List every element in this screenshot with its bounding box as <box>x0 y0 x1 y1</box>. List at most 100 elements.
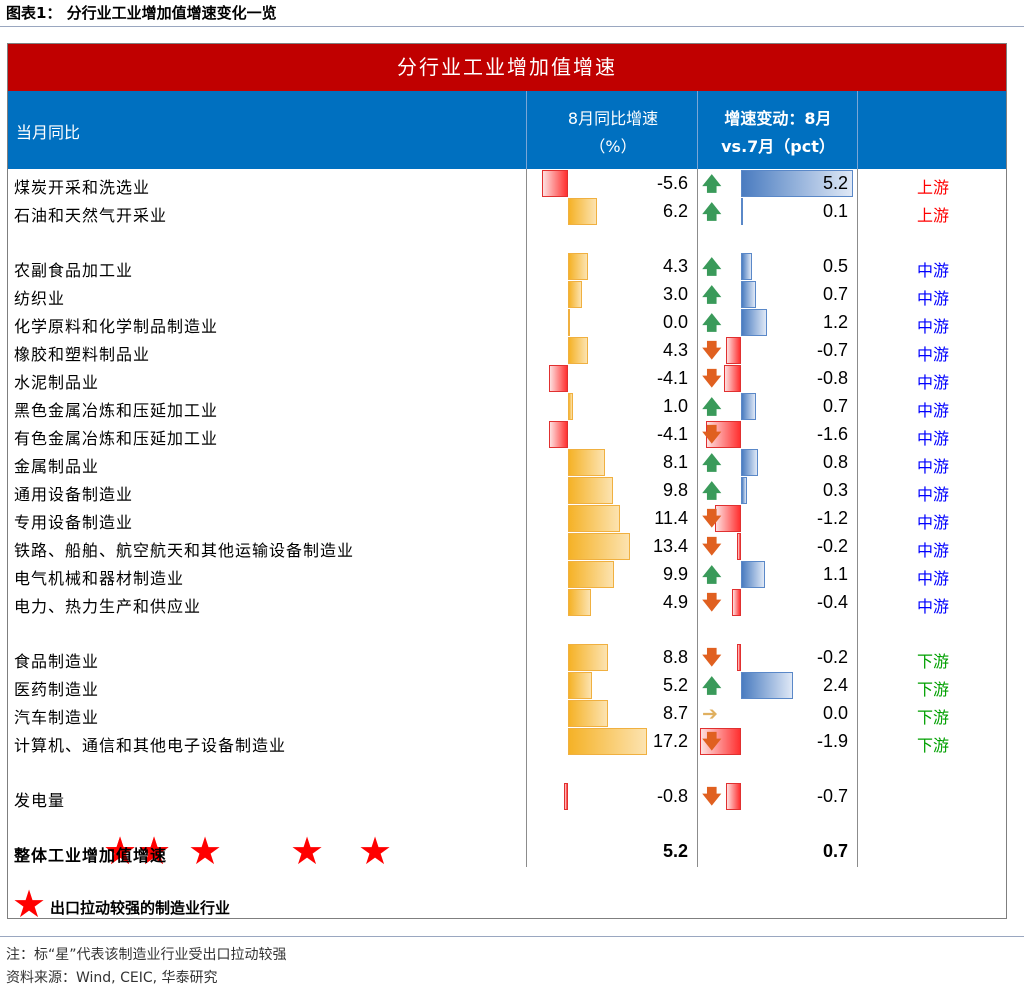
yoy-value: 8.1 <box>662 452 688 472</box>
region-label: 上游 <box>916 206 949 225</box>
title-rule <box>0 26 1024 27</box>
yoy-value: 3.0 <box>662 284 688 304</box>
change-value: -1.2 <box>816 508 848 528</box>
region-label: 中游 <box>916 513 949 532</box>
arrow-up-icon: 🡅 <box>702 284 722 306</box>
header-change: 增速变动：8月 vs.7月（pct） <box>698 105 858 161</box>
yoy-bar <box>568 309 570 336</box>
yoy-value: 0.0 <box>662 312 688 332</box>
yoy-value: -4.1 <box>656 368 688 388</box>
yoy-value: 8.8 <box>662 647 688 667</box>
star-icon: ★ <box>188 829 223 873</box>
region-label: 中游 <box>916 457 949 476</box>
change-value: -0.7 <box>816 340 848 360</box>
yoy-value: 17.2 <box>652 731 688 751</box>
region-label: 中游 <box>916 541 949 560</box>
header-separator <box>526 91 527 169</box>
region-label: 下游 <box>916 708 949 727</box>
row-label: 有色金属冶炼和压延加工业 <box>14 429 219 448</box>
arrow-down-icon: 🡇 <box>702 647 722 669</box>
yoy-value: 5.2 <box>662 841 688 861</box>
change-value: 0.3 <box>822 480 848 500</box>
change-value: -0.8 <box>816 368 848 388</box>
change-value: 0.8 <box>822 452 848 472</box>
footnote: 注：标“星”代表该制造业行业受出口拉动较强 <box>6 947 287 963</box>
region-label: 中游 <box>916 317 949 336</box>
yoy-value: -5.6 <box>656 173 688 193</box>
region-label: 中游 <box>916 597 949 616</box>
region-label: 中游 <box>916 569 949 588</box>
legend-star-icon: ★ <box>12 882 47 926</box>
change-value: -1.6 <box>816 424 848 444</box>
row-label: 汽车制造业 <box>14 708 100 727</box>
region-label: 中游 <box>916 261 949 280</box>
arrow-up-icon: 🡅 <box>702 173 722 195</box>
change-value: 0.5 <box>822 256 848 276</box>
header-yoy-line2: （%） <box>589 137 637 156</box>
yoy-bar <box>549 365 568 392</box>
header-separator <box>857 91 858 169</box>
arrow-up-icon: 🡅 <box>702 452 722 474</box>
change-value: -0.4 <box>816 592 848 612</box>
region-label: 中游 <box>916 373 949 392</box>
arrow-up-icon: 🡅 <box>702 396 722 418</box>
row-label: 医药制造业 <box>14 680 100 699</box>
yoy-value: 11.4 <box>654 508 688 528</box>
row-label: 农副食品加工业 <box>14 261 134 280</box>
region-label: 中游 <box>916 401 949 420</box>
arrow-down-icon: 🡇 <box>702 340 722 362</box>
yoy-bar <box>564 783 568 810</box>
row-label: 电力、热力生产和供应业 <box>14 597 202 616</box>
yoy-value: 8.7 <box>662 703 688 723</box>
arrow-down-icon: 🡇 <box>702 731 722 753</box>
yoy-value: 6.2 <box>662 201 688 221</box>
arrow-up-icon: 🡅 <box>702 201 722 223</box>
figure-title: 图表1： 分行业工业增加值增速变化一览 <box>6 4 277 22</box>
change-bar <box>725 783 741 810</box>
yoy-bar <box>568 393 573 420</box>
row-label: 金属制品业 <box>14 457 100 476</box>
change-value: -0.7 <box>816 786 848 806</box>
change-value: 0.1 <box>822 201 848 221</box>
row-label: 铁路、船舶、航空航天和其他运输设备制造业 <box>14 541 355 560</box>
header-separator <box>697 91 698 169</box>
yoy-value: 5.2 <box>662 675 688 695</box>
star-icon: ★ <box>290 829 325 873</box>
region-label: 中游 <box>916 485 949 504</box>
yoy-value: 4.3 <box>662 340 688 360</box>
yoy-value: 4.9 <box>662 592 688 612</box>
row-label: 专用设备制造业 <box>14 513 134 532</box>
footer-rule <box>0 936 1024 937</box>
column-line <box>857 169 858 867</box>
region-label: 中游 <box>916 345 949 364</box>
change-bar <box>725 337 741 364</box>
region-label: 中游 <box>916 289 949 308</box>
change-value: 0.7 <box>822 396 848 416</box>
row-label: 煤炭开采和洗选业 <box>14 178 151 197</box>
row-label: 电气机械和器材制造业 <box>14 569 185 588</box>
arrow-down-icon: 🡇 <box>702 368 722 390</box>
header-change-line1: 增速变动：8月 <box>724 109 832 128</box>
arrow-down-icon: 🡇 <box>702 786 722 808</box>
column-line <box>697 169 698 867</box>
arrow-flat-icon: ➔ <box>702 703 718 725</box>
change-value: 0.7 <box>822 841 848 861</box>
yoy-value: 9.9 <box>662 564 688 584</box>
region-label: 下游 <box>916 680 949 699</box>
row-label: 计算机、通信和其他电子设备制造业 <box>14 736 287 755</box>
column-line <box>526 169 527 867</box>
change-bar <box>723 365 741 392</box>
arrow-up-icon: 🡅 <box>702 564 722 586</box>
change-value: 0.7 <box>822 284 848 304</box>
yoy-value: -0.8 <box>656 786 688 806</box>
row-label: 整体工业增加值增速 <box>14 846 168 865</box>
change-value: 2.4 <box>822 675 848 695</box>
change-value: -0.2 <box>816 536 848 556</box>
change-value: -0.2 <box>816 647 848 667</box>
change-value: 1.2 <box>822 312 848 332</box>
row-label: 食品制造业 <box>14 652 100 671</box>
change-value: 0.0 <box>822 703 848 723</box>
arrow-up-icon: 🡅 <box>702 312 722 334</box>
arrow-up-icon: 🡅 <box>702 675 722 697</box>
yoy-bar <box>549 421 568 448</box>
